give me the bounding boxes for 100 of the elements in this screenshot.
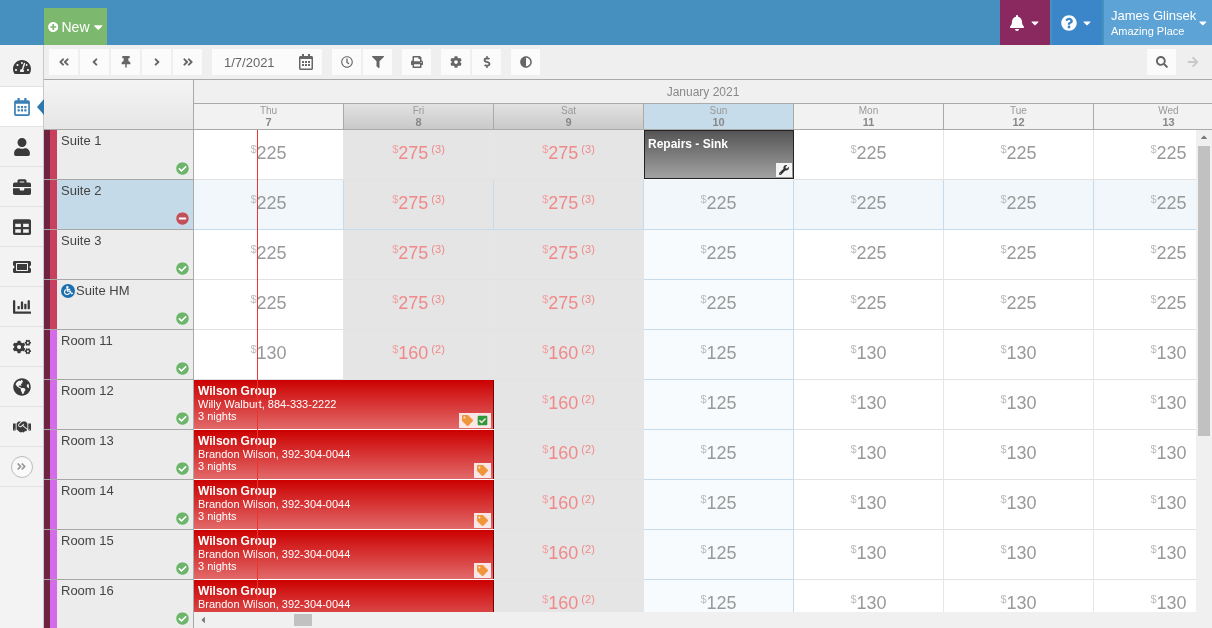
rate-cell[interactable]: $^{$}$125	[644, 480, 794, 530]
print-button[interactable]	[402, 49, 431, 75]
scroll-thumb[interactable]	[1198, 146, 1210, 436]
settings-icon	[449, 56, 462, 68]
booking-block[interactable]: Wilson Group Willy Walburt, 884-333-2222 3 nights	[194, 380, 494, 429]
rate-text: $^{$}$225	[700, 244, 737, 262]
rate-cell[interactable]: $^{$}$225	[944, 130, 1094, 180]
clock-button[interactable]	[332, 49, 361, 75]
rate-cell[interactable]: $^{$}$225	[644, 230, 794, 280]
rate-cell[interactable]: $^{$}$130	[794, 430, 944, 480]
rate-text: $^{$}$160 $^{(2)}$	[542, 394, 595, 412]
rate-cell[interactable]: $^{$}$125	[644, 380, 794, 430]
day-header[interactable]: Sat 9	[494, 104, 644, 130]
rate-cell[interactable]: $^{$}$130	[944, 430, 1094, 480]
rate-text: $^{$}$225	[1150, 294, 1187, 312]
room-row-header[interactable]: Room 16	[44, 580, 193, 628]
rate-cell[interactable]: $^{$}$160 $^{(2)}$	[494, 430, 644, 480]
day-header[interactable]: Wed 13	[1094, 104, 1212, 130]
rate-cell[interactable]: $^{$}$130	[794, 480, 944, 530]
calendar-icon	[298, 54, 314, 70]
date-field[interactable]: 1/7/2021	[212, 49, 322, 75]
rate-text: $^{$}$130	[1000, 594, 1037, 612]
maintenance-block[interactable]: Repairs - Sink	[644, 130, 794, 179]
rate-cell[interactable]: $^{$}$275 $^{(3)}$	[344, 230, 494, 280]
rate-cell[interactable]: $^{$}$125	[644, 580, 794, 612]
room-row-header[interactable]: Room 15	[44, 530, 193, 580]
room-row-header[interactable]: Suite 1	[44, 130, 193, 180]
contrast-button[interactable]	[511, 49, 540, 75]
rate-cell[interactable]: $^{$}$275 $^{(3)}$	[494, 230, 644, 280]
rate-cell[interactable]: $^{$}$225	[794, 230, 944, 280]
room-row-header[interactable]: Room 13	[44, 430, 193, 480]
rate-cell[interactable]: $^{$}$225	[794, 280, 944, 330]
booking-block[interactable]: Wilson Group Brandon Wilson, 392-304-0044 3 nights	[194, 430, 494, 479]
filter-button[interactable]	[363, 49, 392, 75]
booking-block[interactable]: Wilson Group Brandon Wilson, 392-304-0044 3 nights	[194, 480, 494, 529]
rate-cell[interactable]: $^{$}$160 $^{(2)}$	[494, 530, 644, 580]
room-row-header[interactable]: Room 12	[44, 380, 193, 430]
room-row-header[interactable]: Suite 3	[44, 230, 193, 280]
rate-cell[interactable]: $^{$}$225	[794, 130, 944, 180]
rate-text: $^{$}$130	[850, 394, 887, 412]
new-button[interactable]: New	[44, 8, 107, 45]
rate-cell[interactable]: $^{$}$125	[644, 330, 794, 380]
room-row-header[interactable]: Suite 2	[44, 180, 193, 230]
last-button[interactable]	[173, 49, 202, 75]
rate-cell[interactable]: $^{$}$130	[794, 380, 944, 430]
rate-cell[interactable]: $^{$}$130	[944, 480, 1094, 530]
rate-cell[interactable]: $^{$}$275 $^{(3)}$	[344, 130, 494, 180]
room-row-header[interactable]: Room 11	[44, 330, 193, 380]
date-input[interactable]: 1/7/2021	[224, 54, 294, 70]
help-button[interactable]	[1052, 0, 1102, 45]
day-header[interactable]: Sun 10	[644, 104, 794, 130]
rate-cell[interactable]: $^{$}$130	[794, 330, 944, 380]
rate-cell[interactable]: $^{$}$225	[944, 280, 1094, 330]
room-row-header[interactable]: Room 14	[44, 480, 193, 530]
rate-cell[interactable]: $^{$}$160 $^{(2)}$	[494, 330, 644, 380]
rate-cell[interactable]: $^{$}$130	[944, 380, 1094, 430]
day-header[interactable]: Mon 11	[794, 104, 944, 130]
property-name: Amazing Place	[1111, 23, 1186, 38]
room-row-header[interactable]: Suite HM	[44, 280, 193, 330]
rate-cell[interactable]: $^{$}$130	[794, 530, 944, 580]
rate-cell[interactable]: $^{$}$275 $^{(3)}$	[494, 280, 644, 330]
booking-block[interactable]: Wilson Group Brandon Wilson, 392-304-0044 3 nights	[194, 530, 494, 579]
rate-cell[interactable]: $^{$}$225	[794, 180, 944, 230]
rate-text: $^{$}$130	[850, 594, 887, 612]
rate-cell[interactable]: $^{$}$160 $^{(2)}$	[494, 580, 644, 612]
rate-cell[interactable]: $^{$}$160 $^{(2)}$	[494, 380, 644, 430]
room-name: Room 13	[61, 433, 114, 448]
day-header[interactable]: Fri 8	[344, 104, 494, 130]
day-header[interactable]: Thu 7	[194, 104, 344, 130]
rate-cell[interactable]: $^{$}$225	[944, 180, 1094, 230]
rate-cell[interactable]: $^{$}$130	[944, 330, 1094, 380]
scroll-thumb[interactable]	[294, 614, 312, 626]
notifications-button[interactable]	[1000, 0, 1050, 45]
rate-cell[interactable]: $^{$}$275 $^{(3)}$	[344, 280, 494, 330]
rates-button[interactable]	[472, 49, 501, 75]
rate-cell[interactable]: $^{$}$125	[644, 530, 794, 580]
rate-cell[interactable]: $^{$}$160 $^{(2)}$	[494, 480, 644, 530]
rate-cell[interactable]: $^{$}$130	[944, 530, 1094, 580]
user-menu-button[interactable]: James Glinsek Amazing Place	[1104, 0, 1212, 45]
search-button[interactable]	[1147, 49, 1176, 75]
rate-cell[interactable]: $^{$}$225	[644, 180, 794, 230]
rate-cell[interactable]: $^{$}$275 $^{(3)}$	[494, 180, 644, 230]
rate-cell[interactable]: $^{$}$275 $^{(3)}$	[344, 180, 494, 230]
booking-block[interactable]: Wilson Group Brandon Wilson, 392-304-0044	[194, 580, 494, 612]
booking-title: Wilson Group	[198, 584, 278, 598]
first-button[interactable]	[49, 49, 78, 75]
rate-cell[interactable]: $^{$}$275 $^{(3)}$	[494, 130, 644, 180]
settings-button[interactable]	[441, 49, 470, 75]
rate-text: $^{$}$160 $^{(2)}$	[542, 594, 595, 612]
rate-cell[interactable]: $^{$}$125	[644, 430, 794, 480]
rate-cell[interactable]: $^{$}$225	[644, 280, 794, 330]
maintenance-title: Repairs - Sink	[648, 137, 729, 151]
day-header[interactable]: Tue 12	[944, 104, 1094, 130]
pin-button[interactable]	[111, 49, 140, 75]
rate-text: $^{$}$225	[1000, 144, 1037, 162]
rate-cell[interactable]: $^{$}$160 $^{(2)}$	[344, 330, 494, 380]
rate-cell[interactable]: $^{$}$225	[944, 230, 1094, 280]
rate-text: $^{$}$225	[1000, 294, 1037, 312]
rate-text: $^{$}$160 $^{(2)}$	[542, 444, 595, 462]
rate-cell[interactable]: $^{$}$225	[1094, 180, 1196, 230]
